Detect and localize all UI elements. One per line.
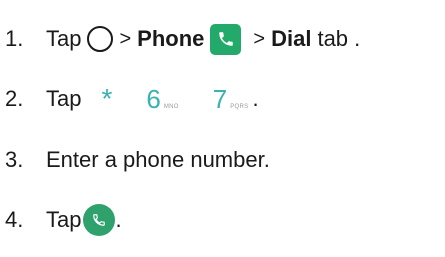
step-tap-text: Tap — [46, 86, 82, 111]
call-button-icon — [83, 204, 116, 236]
step-tap-text: Tap — [46, 207, 82, 232]
step-content: Tap * 6 MNO 7 PQRS . — [46, 83, 259, 115]
key-digit: 7 — [212, 83, 228, 114]
step-tap-text: Tap — [46, 26, 82, 51]
key-letters: MNO — [163, 103, 179, 110]
home-circle-icon — [87, 26, 114, 52]
step-number: 2. — [5, 86, 24, 111]
step-number: 1. — [5, 26, 24, 51]
tab-suffix: tab . — [317, 26, 361, 51]
app-name: Phone — [137, 26, 205, 51]
step-text: Enter a phone number. — [46, 147, 270, 172]
key-letters: PQRS — [230, 103, 249, 110]
step-number: 3. — [5, 147, 24, 172]
arrow-separator: > — [119, 27, 132, 50]
tab-name: Dial — [271, 26, 312, 51]
step-end: . — [252, 86, 259, 111]
step-end: . — [115, 207, 122, 232]
keypad-star-key: * — [101, 83, 112, 115]
key-label: * — [101, 83, 113, 114]
step-content: Tap . — [46, 204, 122, 236]
phone-app-icon — [210, 23, 242, 55]
keypad-7-key: 7 PQRS — [213, 84, 249, 115]
step-content: Tap > Phone > Dial tab . — [46, 23, 361, 55]
keypad-6-key: 6 MNO — [146, 84, 178, 115]
step-content: Enter a phone number. — [46, 147, 270, 173]
arrow-separator: > — [253, 27, 266, 50]
step-number: 4. — [5, 207, 24, 232]
key-digit: 6 — [146, 83, 161, 114]
